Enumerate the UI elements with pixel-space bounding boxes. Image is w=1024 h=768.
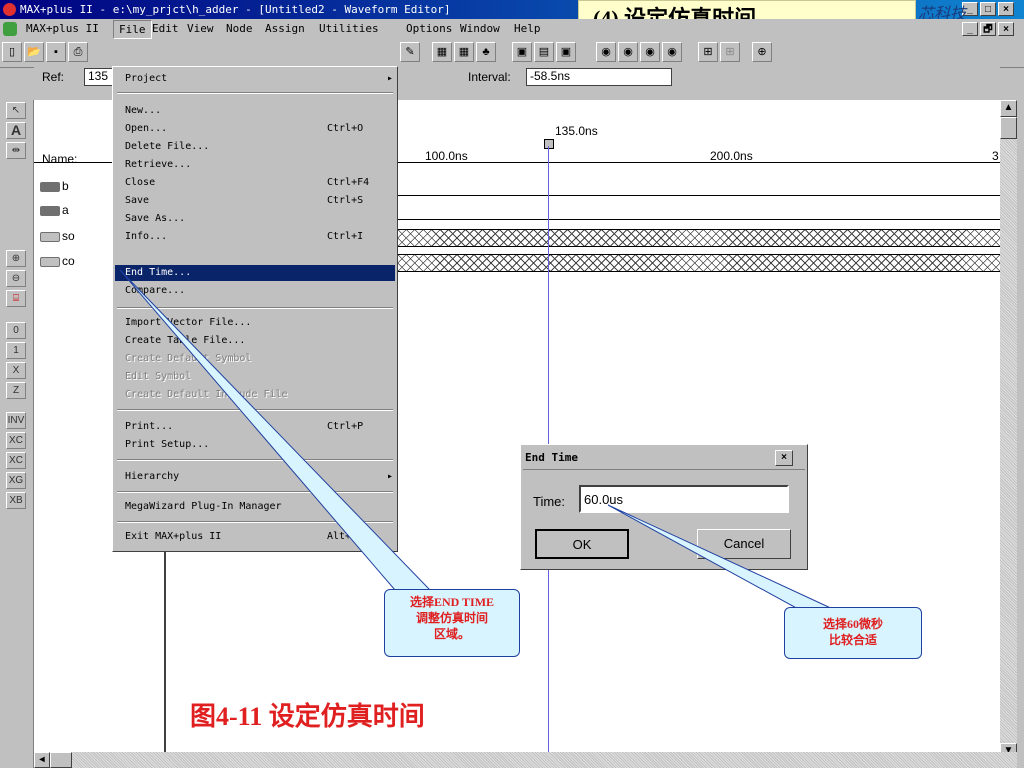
figure-caption: 图4-11 设定仿真时间	[190, 702, 425, 731]
callout-end-time: 选择END TIME 调整仿真时间 区域。	[384, 589, 520, 657]
callout-60us: 选择60微秒 比较合适	[784, 607, 922, 659]
callout-right-pointer	[607, 504, 836, 611]
hscroll-thumb[interactable]	[50, 752, 72, 768]
callout-left-pointer	[119, 269, 432, 591]
horizontal-scrollbar[interactable]: ◂	[34, 752, 1017, 768]
scroll-left-icon[interactable]: ◂	[34, 752, 50, 768]
